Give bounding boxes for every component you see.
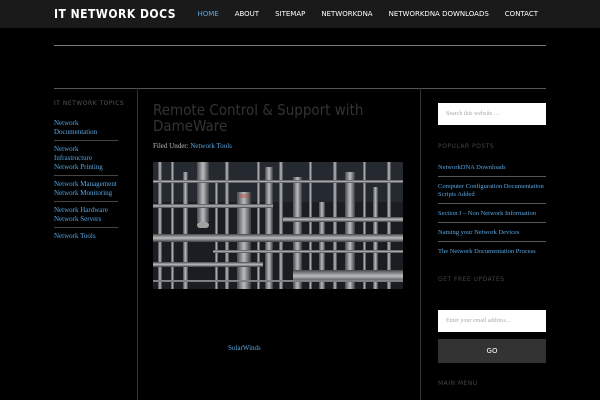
- nav-contact[interactable]: CONTACT: [497, 10, 546, 18]
- solarwinds-link[interactable]: SolarWinds: [228, 344, 261, 352]
- email-input[interactable]: Enter your email address...: [438, 310, 546, 332]
- right-column-divider: [420, 88, 421, 400]
- free-updates-title: GET FREE UPDATES: [438, 276, 505, 283]
- popular-posts-title: POPULAR POSTS: [438, 143, 495, 150]
- topic-link-infrastructure[interactable]: Network Infrastructure Network Printing: [54, 145, 118, 176]
- post-title[interactable]: Remote Control & Support with DameWare: [153, 102, 403, 134]
- post-meta: Filed Under: Network Tools: [153, 142, 403, 150]
- left-sidebar: IT NETWORK TOPICS Network Documentation …: [54, 100, 125, 248]
- main-content: Remote Control & Support with DameWare F…: [153, 102, 403, 289]
- nav-about[interactable]: ABOUT: [227, 10, 267, 18]
- main-nav: HOME ABOUT SITEMAP NETWORKDNA NETWORKDNA…: [189, 10, 546, 18]
- header-divider: [54, 45, 546, 46]
- nav-networkdna-downloads[interactable]: NETWORKDNA DOWNLOADS: [381, 10, 497, 18]
- popular-link-scripts[interactable]: Computer Configuration Documentation Scr…: [438, 181, 546, 204]
- nav-home[interactable]: HOME: [189, 10, 226, 18]
- topic-link-tools[interactable]: Network Tools: [54, 232, 118, 244]
- topics-title: IT NETWORK TOPICS: [54, 100, 125, 107]
- filed-under-label: Filed Under:: [153, 142, 189, 150]
- right-sidebar: Search this website … POPULAR POSTS Netw…: [438, 103, 546, 283]
- left-column-divider: [137, 88, 138, 400]
- industrial-pipes-image: [153, 162, 403, 289]
- nav-sitemap[interactable]: SITEMAP: [267, 10, 313, 18]
- go-button[interactable]: GO: [438, 339, 546, 363]
- post-featured-image: [153, 162, 403, 289]
- popular-link-section-one[interactable]: Section I – Non Network Information: [438, 208, 546, 223]
- topic-link-hardware[interactable]: Network Hardware Network Servers: [54, 206, 118, 228]
- topic-link-documentation[interactable]: Network Documentation: [54, 119, 118, 141]
- main-menu-title: MAIN MENU: [438, 380, 478, 387]
- popular-link-naming[interactable]: Naming your Network Devices: [438, 227, 546, 242]
- popular-link-process[interactable]: The Network Documentation Process: [438, 246, 546, 260]
- site-title[interactable]: IT NETWORK DOCS: [54, 7, 176, 21]
- content-divider: [54, 88, 546, 89]
- nav-networkdna[interactable]: NETWORKDNA: [313, 10, 380, 18]
- filed-category-link[interactable]: Network Tools: [190, 142, 232, 150]
- topic-link-management[interactable]: Network Management Network Monitoring: [54, 180, 118, 202]
- popular-link-downloads[interactable]: NetworkDNA Downloads: [438, 162, 546, 177]
- top-bar: IT NETWORK DOCS HOME ABOUT SITEMAP NETWO…: [0, 0, 600, 28]
- search-input[interactable]: Search this website …: [438, 103, 546, 125]
